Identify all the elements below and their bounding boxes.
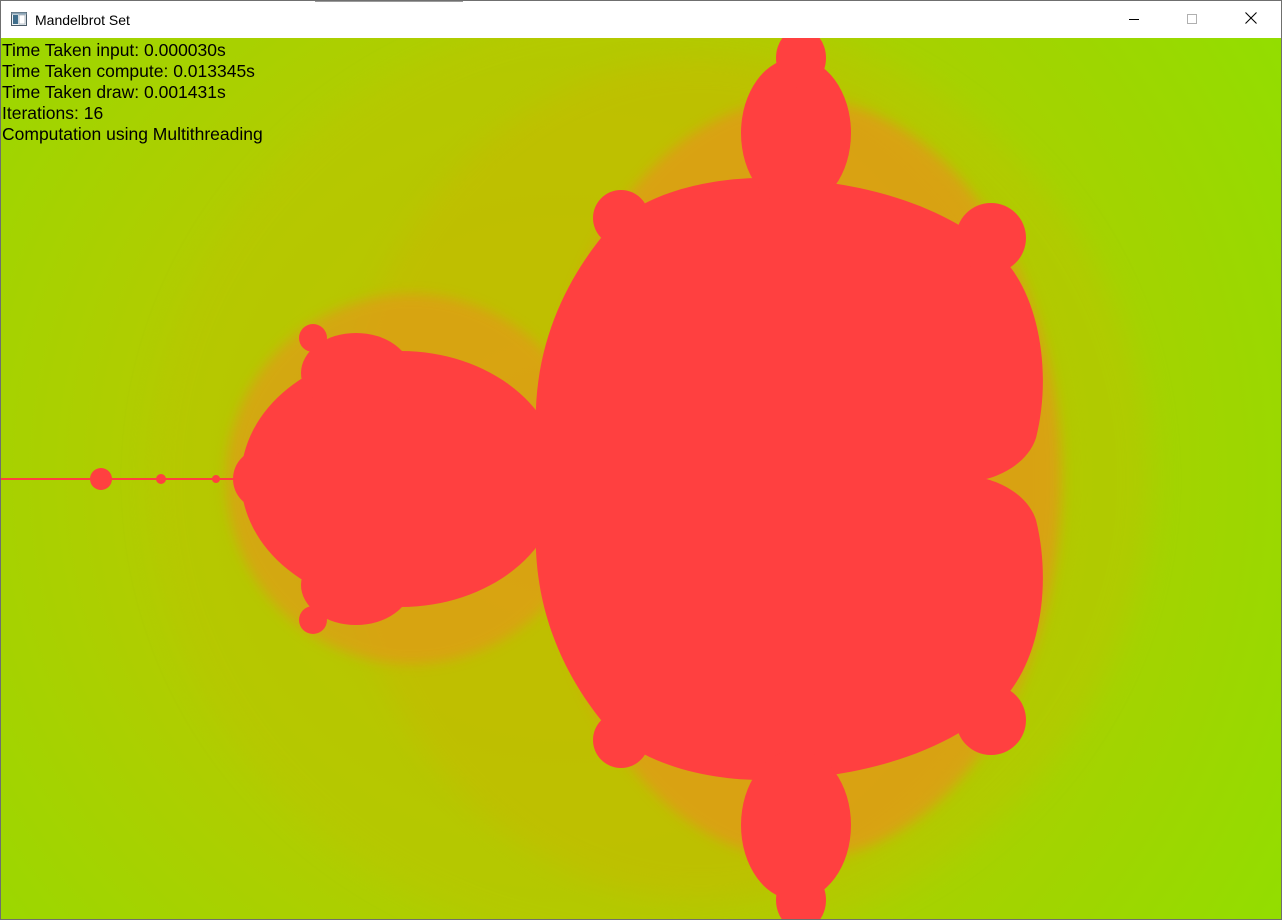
stats-overlay: Time Taken input: 0.000030s Time Taken c… xyxy=(2,40,263,145)
app-window-icon[interactable] xyxy=(11,12,27,26)
computation-mode-label: Computation using Multithreading xyxy=(2,124,263,144)
upper-left-bulb xyxy=(593,190,649,246)
maximize-button[interactable] xyxy=(1163,1,1221,38)
close-button[interactable] xyxy=(1221,1,1281,38)
fractal-canvas[interactable]: Time Taken input: 0.000030s Time Taken c… xyxy=(1,38,1281,919)
mandelbrot-window: Mandelbrot Set Time Taken input: 0.00003… xyxy=(0,0,1282,920)
close-icon xyxy=(1244,11,1258,28)
title-bar-accent xyxy=(315,1,463,2)
upper-right-bulb xyxy=(956,203,1026,273)
minimize-icon xyxy=(1128,12,1140,28)
window-title: Mandelbrot Set xyxy=(35,12,130,28)
maximize-icon xyxy=(1186,12,1198,28)
main-cardioid xyxy=(535,178,1043,780)
input-time-label: Time Taken input: 0.000030s xyxy=(2,40,226,60)
lower-right-bulb xyxy=(956,685,1026,755)
compute-time-label: Time Taken compute: 0.013345s xyxy=(2,61,255,81)
mandelbrot-render xyxy=(1,38,1281,919)
minimize-button[interactable] xyxy=(1105,1,1163,38)
title-bar[interactable]: Mandelbrot Set xyxy=(1,1,1281,38)
bulb-lower-spike xyxy=(299,606,327,634)
draw-time-label: Time Taken draw: 0.001431s xyxy=(2,82,226,102)
bulb-upper-spike xyxy=(299,324,327,352)
iterations-label: Iterations: 16 xyxy=(2,103,104,123)
lower-left-bulb xyxy=(593,712,649,768)
